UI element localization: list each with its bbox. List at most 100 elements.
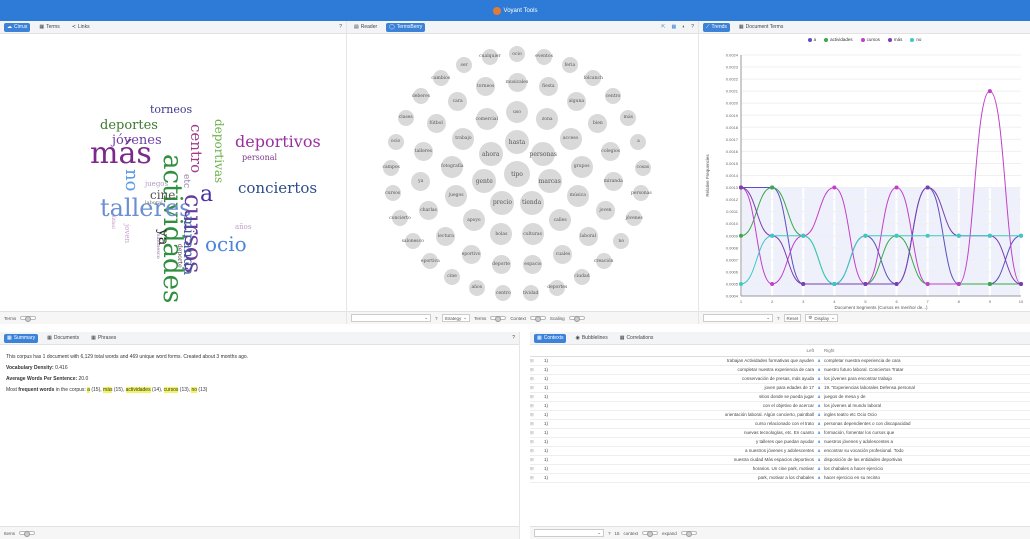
- data-point[interactable]: [925, 233, 930, 238]
- tab-cirrus[interactable]: ☁ Cirrus: [4, 22, 31, 32]
- expand-toggle-icon[interactable]: ⊞: [530, 392, 544, 402]
- data-point[interactable]: [925, 281, 930, 286]
- term-bubble[interactable]: calles: [549, 209, 572, 232]
- cloud-word[interactable]: deporte: [176, 244, 183, 268]
- cloud-word[interactable]: torneos: [150, 104, 192, 115]
- tab-summary[interactable]: ▦ Summary: [4, 333, 39, 343]
- term-bubble[interactable]: bien: [588, 114, 608, 134]
- term-bubble[interactable]: espacio: [523, 255, 543, 275]
- term-bubble[interactable]: salonesco: [402, 233, 424, 250]
- data-point[interactable]: [956, 233, 961, 238]
- term-bubble[interactable]: creación: [594, 253, 613, 270]
- strategy-select[interactable]: Strategy ⌄: [441, 314, 471, 322]
- data-point[interactable]: [739, 233, 743, 238]
- cloud-word[interactable]: deportivas: [212, 119, 226, 183]
- data-point[interactable]: [987, 233, 992, 238]
- cloud-word[interactable]: a: [200, 184, 213, 206]
- cloud-word[interactable]: años: [235, 224, 252, 231]
- tab-reader[interactable]: ▤ Reader: [351, 23, 380, 32]
- expand-toggle-icon[interactable]: ⊞: [530, 410, 544, 420]
- table-row[interactable]: ⊞ 1) trabajan Actividades formativas que a…: [530, 356, 1030, 366]
- term-bubble[interactable]: feria: [561, 57, 578, 74]
- term-bubble[interactable]: fotografía: [441, 155, 464, 178]
- left-column-header[interactable]: Left: [664, 346, 814, 357]
- data-point[interactable]: [770, 233, 775, 238]
- contrast-icon[interactable]: ◐: [682, 24, 685, 30]
- term-bubble[interactable]: personas: [631, 185, 652, 202]
- term-bubble[interactable]: cambios: [431, 70, 450, 87]
- context-slider[interactable]: [642, 531, 659, 537]
- term-bubble[interactable]: comercial: [476, 108, 498, 131]
- term-bubble[interactable]: charlas: [419, 201, 439, 221]
- expand-toggle-icon[interactable]: ⊞: [530, 365, 544, 375]
- term-bubble[interactable]: jóvenes: [625, 210, 643, 227]
- table-row[interactable]: ⊞ 1) joven para edades de 17 a 19. "Experien…: [530, 383, 1030, 393]
- cloud-word[interactable]: miranda: [180, 216, 196, 275]
- term-bubble[interactable]: apoyo: [462, 209, 485, 232]
- term-bubble[interactable]: marcas: [537, 169, 562, 194]
- tab-terms[interactable]: ▦ Terms: [36, 23, 62, 32]
- tab-correlations[interactable]: ▦ Correlations: [617, 334, 657, 343]
- data-point[interactable]: [1019, 233, 1023, 238]
- term-bubble[interactable]: precio: [490, 190, 515, 215]
- term-bubble[interactable]: tipo: [504, 161, 530, 187]
- term-bubble[interactable]: acceso: [559, 127, 582, 150]
- display-menu[interactable]: ⚙ Display ⌄: [805, 314, 838, 322]
- term-bubble[interactable]: clases: [397, 109, 414, 126]
- term-bubble[interactable]: más: [620, 109, 637, 126]
- expand-toggle-icon[interactable]: ⊞: [530, 401, 544, 411]
- table-row[interactable]: ⊞ 1) conservación de presas, más ayuda a los…: [530, 374, 1030, 384]
- term-bubble[interactable]: folcanch: [584, 70, 603, 87]
- help-button[interactable]: ?: [339, 24, 342, 30]
- frequent-word-link[interactable]: actividades: [125, 387, 151, 393]
- term-bubble[interactable]: laboral: [578, 226, 598, 246]
- data-point[interactable]: [770, 281, 775, 286]
- data-point[interactable]: [894, 185, 899, 190]
- scaling-slider[interactable]: [568, 316, 585, 322]
- term-bubble[interactable]: deporte: [491, 255, 511, 275]
- term-bubble[interactable]: música: [566, 184, 589, 207]
- tab-contexts[interactable]: ▦ Contexts: [534, 333, 567, 343]
- data-point[interactable]: [894, 281, 899, 286]
- cloud-word[interactable]: deportivos: [235, 134, 321, 150]
- help-icon[interactable]: ?: [608, 531, 611, 536]
- term-bubble[interactable]: ocio: [509, 46, 525, 62]
- table-row[interactable]: ⊞ 1) curso relacionado con el trato a person…: [530, 419, 1030, 429]
- grid-icon[interactable]: ▦: [671, 24, 676, 30]
- term-bubble[interactable]: grupos: [570, 155, 593, 178]
- help-button[interactable]: ?: [512, 335, 515, 341]
- data-point[interactable]: [739, 185, 743, 190]
- table-row[interactable]: ⊞ 1) nuevas tecnologías, etc. En cuanto a fo…: [530, 428, 1030, 438]
- term-bubble[interactable]: joven: [595, 201, 615, 221]
- data-point[interactable]: [956, 281, 961, 286]
- term-bubble[interactable]: gente: [472, 169, 497, 194]
- term-bubble[interactable]: eportiva: [421, 253, 440, 270]
- cloud-word[interactable]: laboral: [145, 201, 163, 206]
- table-row[interactable]: ⊞ 1) horarios. Un cine park, motivar a los c…: [530, 464, 1030, 474]
- export-icon[interactable]: ⇱: [661, 24, 665, 30]
- term-bubble[interactable]: centro: [495, 285, 512, 302]
- help-icon[interactable]: ?: [777, 316, 780, 321]
- cloud-word[interactable]: fútbol: [110, 214, 116, 229]
- term-bubble[interactable]: campos: [382, 159, 400, 176]
- tab-links[interactable]: ≺ Links: [69, 23, 93, 32]
- term-bubble[interactable]: eportivo: [461, 245, 481, 265]
- reset-button[interactable]: Reset: [783, 314, 802, 322]
- term-bubble[interactable]: ser: [456, 57, 473, 74]
- table-row[interactable]: ⊞ 1) park, motivar a los chabales a hacer ej…: [530, 473, 1030, 483]
- expand-toggle-icon[interactable]: ⊞: [530, 455, 544, 465]
- expand-toggle-icon[interactable]: ⊞: [530, 356, 544, 366]
- tab-termsberry[interactable]: ◯ TermsBerry: [386, 22, 426, 32]
- expand-toggle-icon[interactable]: ⊞: [530, 464, 544, 474]
- frequent-word-link[interactable]: cursos: [163, 387, 179, 393]
- term-bubble[interactable]: concierto: [389, 210, 411, 227]
- term-bubble[interactable]: cara: [448, 91, 468, 111]
- term-bubble[interactable]: ocio: [387, 133, 404, 150]
- term-bubble[interactable]: centro: [605, 88, 622, 105]
- term-bubble[interactable]: cosas: [634, 159, 651, 176]
- cloud-word[interactable]: no: [121, 169, 142, 191]
- cloud-word[interactable]: conciertos: [238, 181, 317, 196]
- tab-trends[interactable]: ⟋ Trends: [703, 22, 730, 32]
- search-input[interactable]: ⌄: [534, 529, 604, 537]
- frequent-word-link[interactable]: a: [87, 387, 90, 393]
